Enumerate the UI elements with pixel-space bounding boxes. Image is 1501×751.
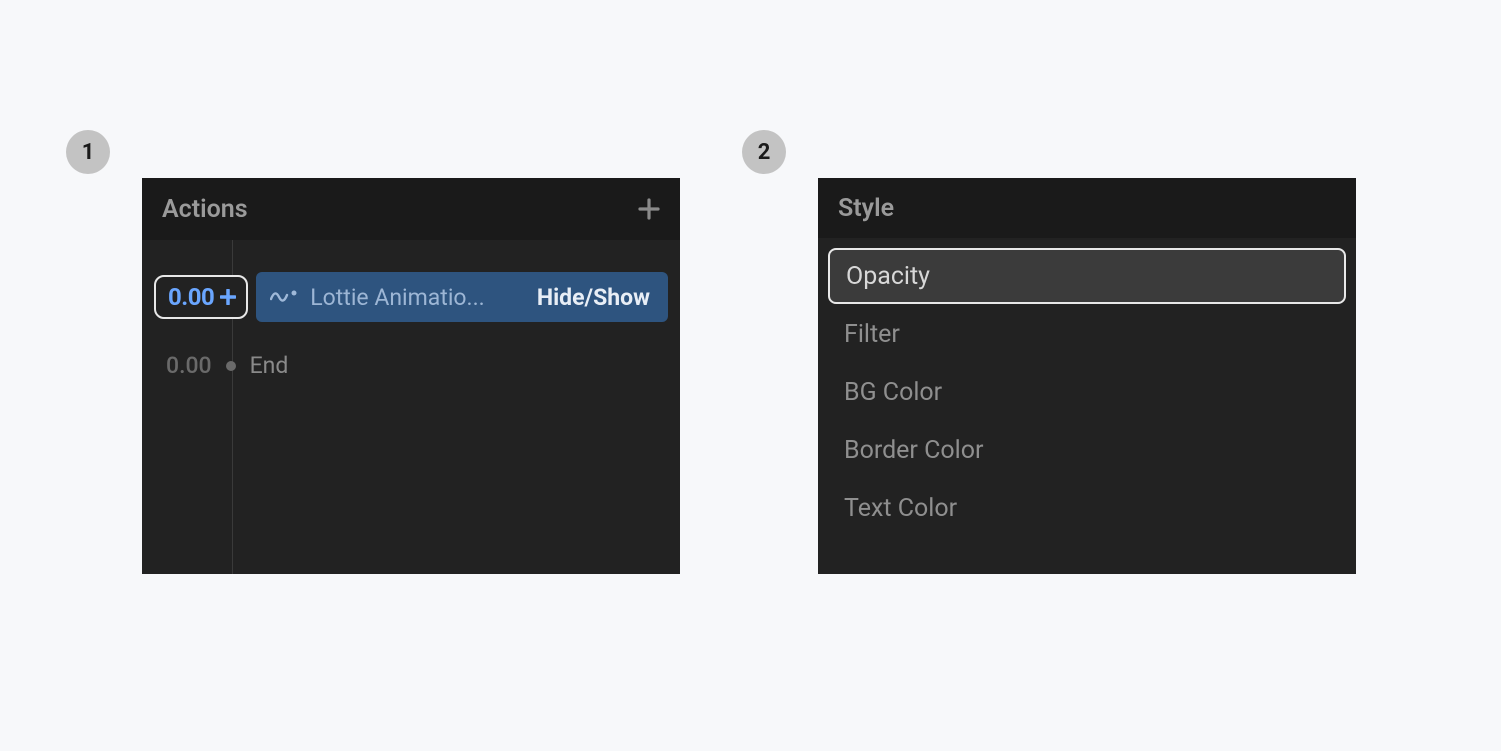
actions-body: 0.00 Lottie Animatio... Hide/Show 0.00 [142, 240, 680, 574]
end-row: 0.00 End [166, 352, 288, 379]
style-item-label: Text Color [844, 494, 957, 523]
add-action-icon[interactable] [638, 193, 660, 225]
timestamp-value: 0.00 [168, 283, 214, 311]
style-item-bg-color[interactable]: BG Color [828, 364, 1346, 420]
timestamp-add-icon[interactable] [220, 285, 236, 309]
step-number: 2 [758, 140, 771, 165]
actions-panel: Actions 0.00 Lottie Animatio... [142, 178, 680, 574]
action-element-name: Lottie Animatio... [310, 284, 527, 311]
end-dot-icon [226, 361, 236, 371]
style-item-border-color[interactable]: Border Color [828, 422, 1346, 478]
style-item-opacity[interactable]: Opacity [828, 248, 1346, 304]
lottie-element-icon [270, 286, 300, 308]
end-label: End [250, 352, 289, 379]
style-item-label: Opacity [846, 262, 930, 291]
actions-header: Actions [142, 178, 680, 240]
step-badge-2: 2 [742, 130, 786, 174]
step-badge-1: 1 [66, 130, 110, 174]
style-item-label: Border Color [844, 436, 983, 465]
style-list: Opacity Filter BG Color Border Color Tex… [818, 238, 1356, 546]
style-title: Style [838, 194, 894, 223]
step-number: 1 [82, 140, 95, 165]
style-item-label: Filter [844, 320, 900, 349]
style-panel: Style Opacity Filter BG Color Border Col… [818, 178, 1356, 574]
style-item-text-color[interactable]: Text Color [828, 480, 1346, 536]
style-header: Style [818, 178, 1356, 238]
style-item-filter[interactable]: Filter [828, 306, 1346, 362]
actions-title: Actions [162, 195, 248, 224]
style-item-label: BG Color [844, 378, 942, 407]
action-type-label: Hide/Show [537, 284, 650, 311]
end-timestamp: 0.00 [166, 352, 212, 379]
action-chip[interactable]: Lottie Animatio... Hide/Show [256, 272, 668, 322]
timestamp-pill[interactable]: 0.00 [154, 275, 248, 319]
action-row: 0.00 Lottie Animatio... Hide/Show [154, 270, 668, 324]
